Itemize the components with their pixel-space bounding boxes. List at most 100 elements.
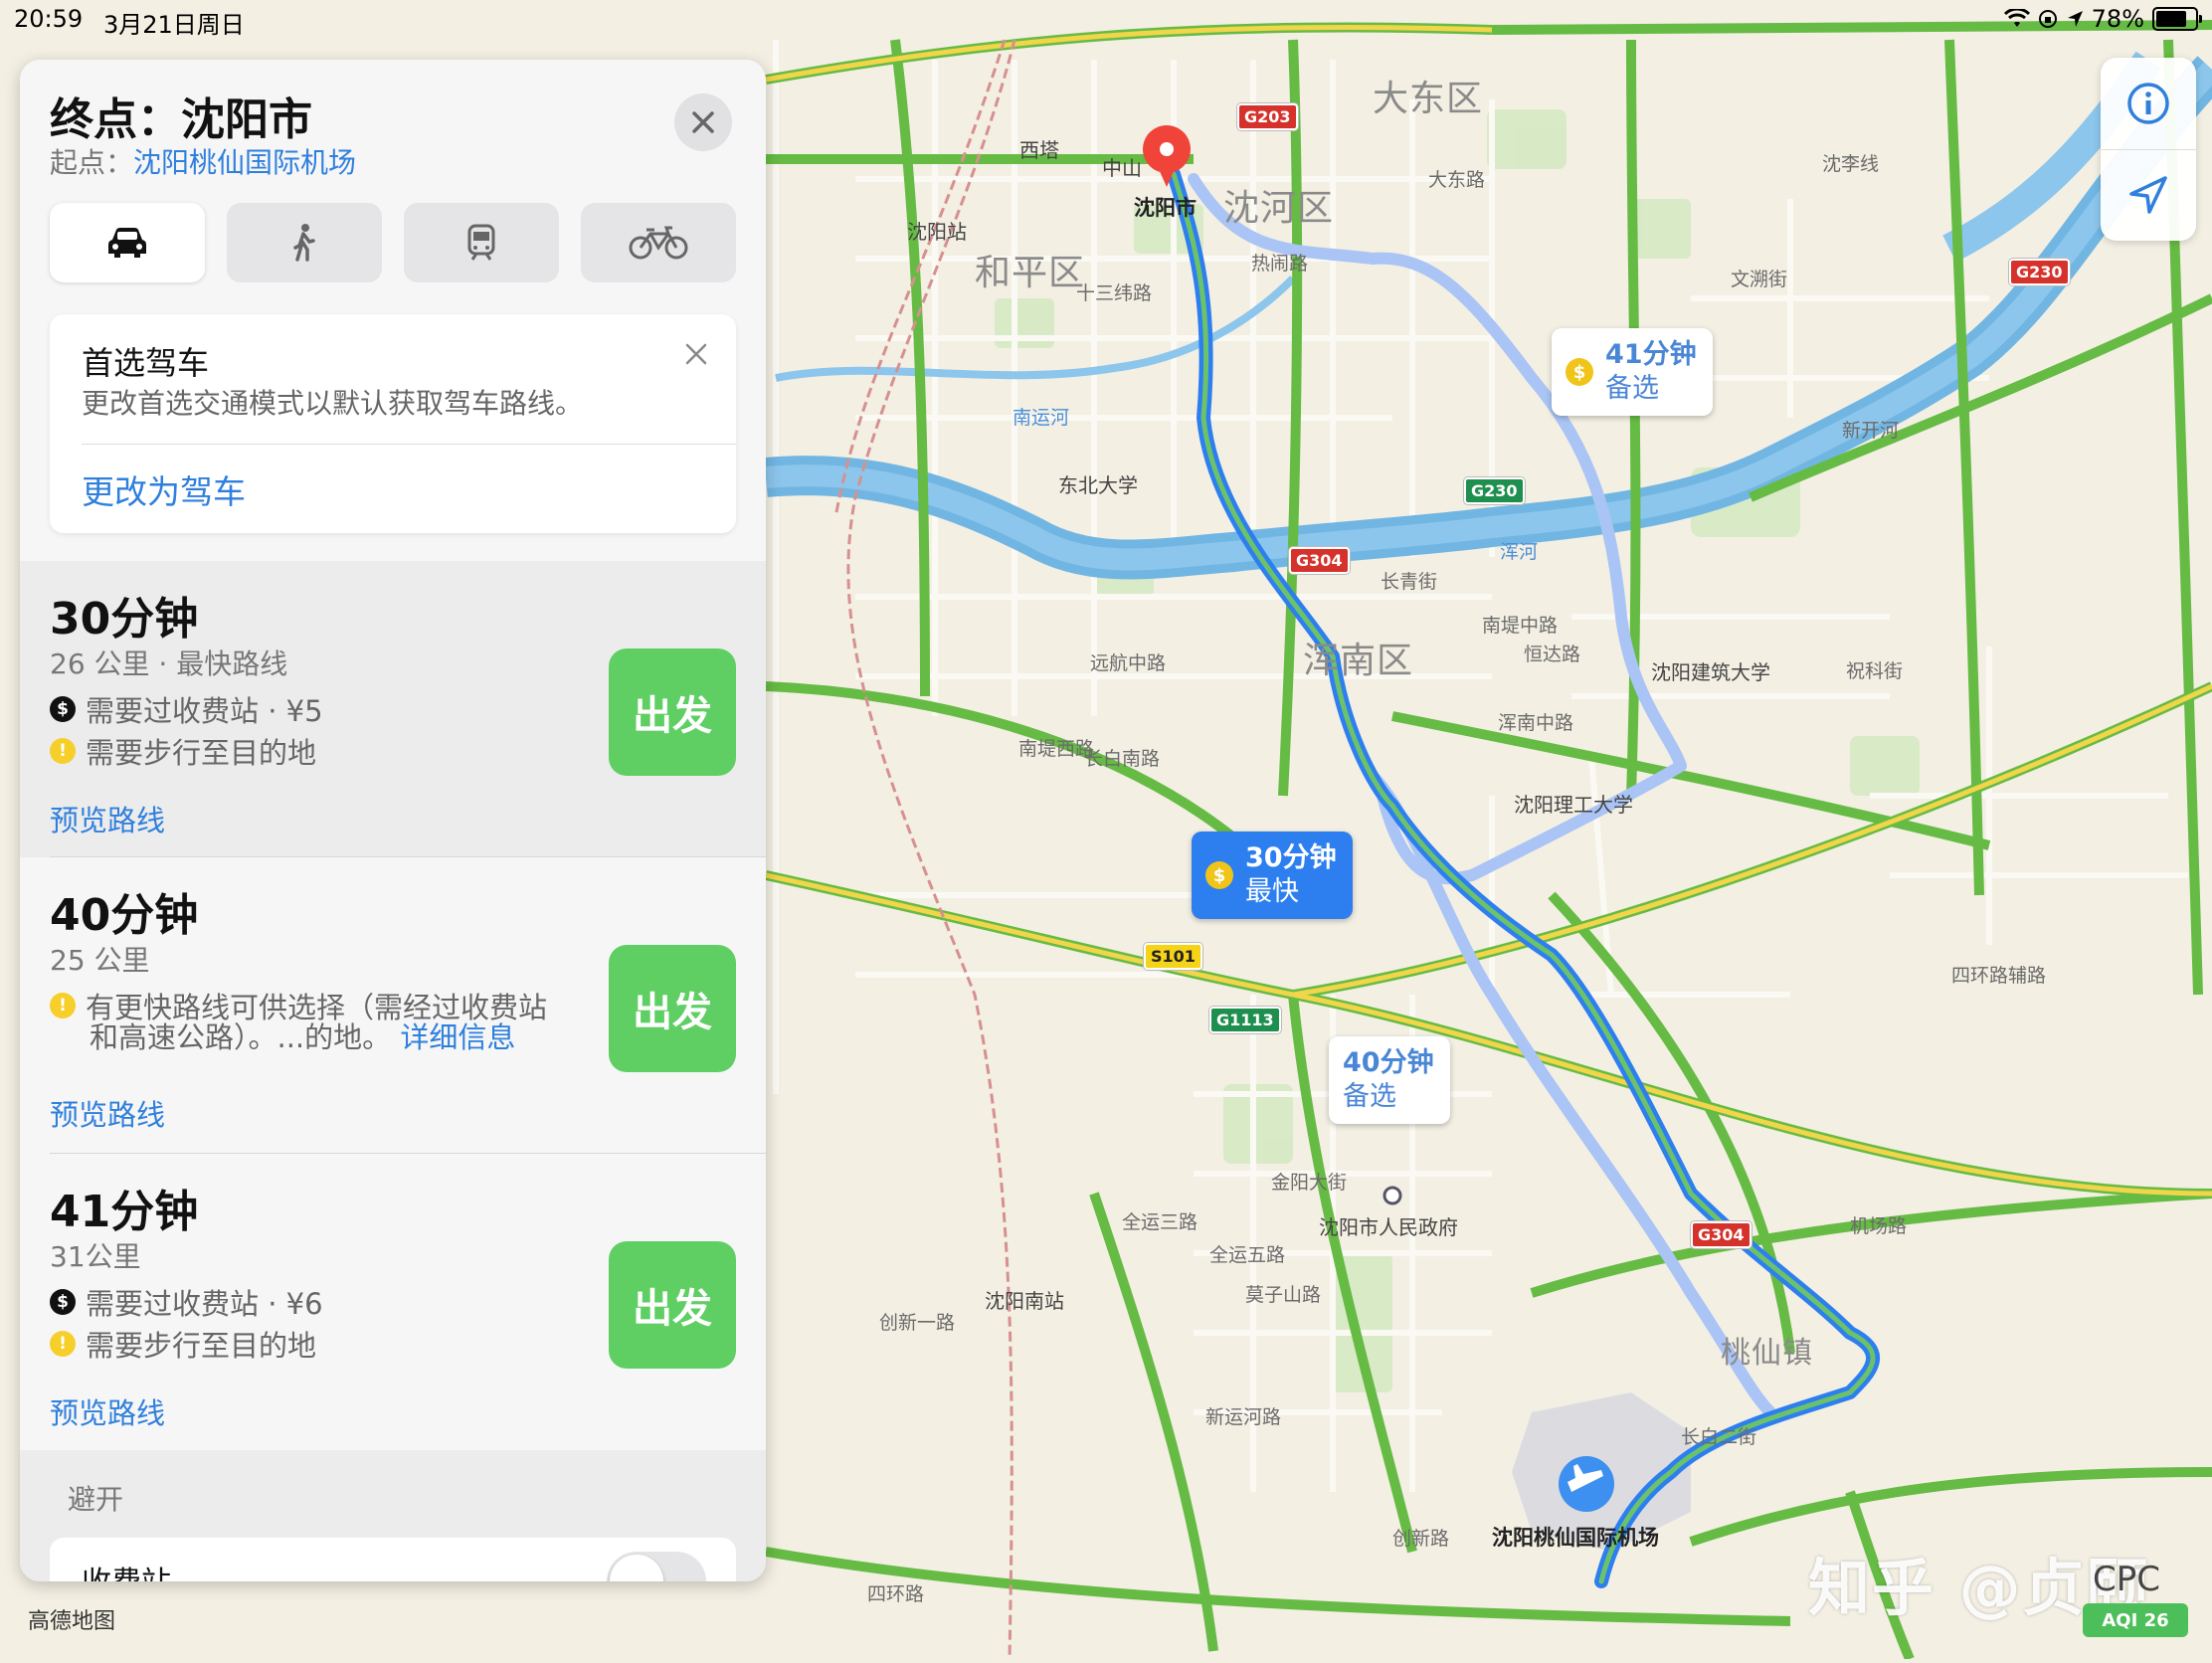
route-note-text: 需要过收费站 · ¥6 xyxy=(86,1287,323,1321)
street-label: 长青街 xyxy=(1381,571,1438,593)
mode-bike-button[interactable] xyxy=(581,203,736,282)
street-label: 全运五路 xyxy=(1209,1244,1286,1266)
route-callout-41[interactable]: $ 41分钟 备选 xyxy=(1552,328,1713,416)
street-label: 文溯街 xyxy=(1731,269,1788,290)
poi-label: 沈阳市人民政府 xyxy=(1319,1215,1458,1239)
toll-coin-icon: $ xyxy=(1566,358,1593,386)
highway-shield: G230 xyxy=(1464,477,1525,504)
route-summary: 25 公里 xyxy=(50,944,150,977)
map-brand: 高德地图 xyxy=(28,1609,116,1634)
route-callout-40[interactable]: 40分钟 备选 xyxy=(1329,1036,1450,1124)
go-button[interactable]: 出发 xyxy=(609,648,736,776)
toll-icon: $ xyxy=(50,696,76,722)
go-button[interactable]: 出发 xyxy=(609,1241,736,1369)
mode-transit-button[interactable] xyxy=(404,203,559,282)
street-label: 热闹路 xyxy=(1251,253,1309,275)
route-duration: 40分钟 xyxy=(50,890,199,941)
wifi-icon xyxy=(2003,9,2030,27)
preview-route-link[interactable]: 预览路线 xyxy=(50,1390,165,1432)
street-label: 长白南路 xyxy=(1084,748,1161,770)
route-note-cont: 和高速公路）。...的地。 详细信息 xyxy=(50,1016,607,1058)
highway-shield: G203 xyxy=(1237,103,1298,130)
route-note: ! 需要步行至目的地 xyxy=(50,1323,316,1365)
poi-label: 沈阳理工大学 xyxy=(1514,793,1633,817)
preference-subtitle: 更改首选交通模式以默认获取驾车路线。 xyxy=(82,387,584,420)
mode-walk-button[interactable] xyxy=(227,203,382,282)
highway-shield: S101 xyxy=(1144,943,1202,970)
callout-type: 最快 xyxy=(1245,876,1299,907)
poi-label: 东北大学 xyxy=(1058,473,1138,497)
route-note-text: 需要步行至目的地 xyxy=(86,1329,317,1363)
street-label: 南堤中路 xyxy=(1482,615,1559,637)
street-label: 创新一路 xyxy=(879,1312,956,1334)
street-label: 机场路 xyxy=(1850,1215,1908,1237)
avoid-tolls-row: 收费站 xyxy=(50,1538,736,1581)
origin-label: 起点： xyxy=(50,146,134,179)
district-label: 桃仙镇 xyxy=(1721,1336,1813,1371)
change-to-driving-link[interactable]: 更改为驾车 xyxy=(82,465,246,513)
river-label: 南运河 xyxy=(1013,407,1070,429)
route-note: $ 需要过收费站 · ¥6 xyxy=(50,1281,323,1323)
toll-coin-icon: $ xyxy=(1205,861,1233,889)
route-summary: 31公里 xyxy=(50,1240,141,1273)
battery-percent: 78% xyxy=(2091,5,2144,33)
avoid-tolls-toggle[interactable] xyxy=(607,1552,706,1581)
airport-marker-icon[interactable] xyxy=(1559,1456,1614,1512)
destination-title: 终点：沈阳市 xyxy=(50,94,312,145)
origin-line: 起点：沈阳桃仙国际机场 xyxy=(50,141,356,181)
callout-duration: 40分钟 xyxy=(1343,1047,1434,1078)
river-label: 浑河 xyxy=(1500,541,1539,563)
poi-label: 沈阳南站 xyxy=(985,1289,1064,1313)
street-label: 远航中路 xyxy=(1090,652,1167,674)
preference-title: 首选驾车 xyxy=(82,344,210,382)
warning-icon: ! xyxy=(50,993,76,1018)
street-label: 新开河 xyxy=(1842,420,1900,442)
aqi-badge[interactable]: AQI 26 xyxy=(2083,1603,2188,1637)
highway-shield: G304 xyxy=(1691,1221,1751,1248)
preview-route-link[interactable]: 预览路线 xyxy=(50,1092,165,1134)
route-summary: 26 公里 · 最快路线 xyxy=(50,647,288,680)
street-label: 金阳大街 xyxy=(1271,1172,1348,1194)
street-label: 恒达路 xyxy=(1524,644,1581,665)
route-note: ! 需要步行至目的地 xyxy=(50,730,316,772)
street-label: 新运河路 xyxy=(1205,1406,1282,1428)
avoid-header: 避开 xyxy=(68,1483,124,1516)
mode-car-button[interactable] xyxy=(50,203,205,282)
route-note-text: 和高速公路）。...的地。 xyxy=(90,1020,392,1054)
route-option[interactable]: 41分钟 31公里 $ 需要过收费站 · ¥6 ! 需要步行至目的地 预览路线 … xyxy=(20,1154,766,1450)
info-button[interactable] xyxy=(2101,58,2196,149)
poi-label: 沈阳站 xyxy=(907,220,967,244)
street-label: 十三纬路 xyxy=(1076,282,1153,304)
status-bar: 20:59 3月21日周日 78% xyxy=(0,0,2212,40)
route-option[interactable]: 30分钟 26 公里 · 最快路线 $ 需要过收费站 · ¥5 ! 需要步行至目… xyxy=(20,561,766,857)
status-date: 3月21日周日 xyxy=(103,11,245,39)
directions-panel: 终点：沈阳市 起点：沈阳桃仙国际机场 首选驾车 更改首选交通模式以默认获取驾车路… xyxy=(20,60,766,1581)
preference-card: 首选驾车 更改首选交通模式以默认获取驾车路线。 更改为驾车 xyxy=(50,314,736,533)
walk-icon xyxy=(293,224,315,262)
street-label: 浑南中路 xyxy=(1498,712,1574,734)
aqi-label: CPC xyxy=(2093,1560,2160,1599)
callout-duration: 41分钟 xyxy=(1605,339,1697,370)
dismiss-icon[interactable] xyxy=(684,342,708,366)
close-button[interactable] xyxy=(674,93,732,151)
transport-modes xyxy=(50,203,736,282)
avoid-section: 避开 收费站 xyxy=(20,1450,766,1581)
origin-link[interactable]: 沈阳桃仙国际机场 xyxy=(133,146,356,179)
highway-shield: G304 xyxy=(1289,547,1350,574)
locate-icon xyxy=(2129,176,2167,214)
close-icon xyxy=(692,111,714,133)
preview-route-link[interactable]: 预览路线 xyxy=(50,798,165,839)
route-option[interactable]: 40分钟 25 公里 ! 有更快路线可供选择（需经过收费站 和高速公路）。...… xyxy=(20,857,766,1154)
transit-icon xyxy=(467,224,495,261)
highway-shield: G1113 xyxy=(1209,1007,1281,1033)
locate-button[interactable] xyxy=(2101,149,2196,241)
go-button[interactable]: 出发 xyxy=(609,945,736,1072)
street-label: 四环路辅路 xyxy=(1951,965,2047,987)
street-label: 大东路 xyxy=(1428,169,1486,191)
route-callout-30[interactable]: $ 30分钟 最快 xyxy=(1192,832,1353,919)
street-label: 南堤西路 xyxy=(1018,738,1095,760)
district-label: 大东区 xyxy=(1373,79,1484,119)
poi-label: 中山 xyxy=(1102,156,1142,180)
details-link[interactable]: 详细信息 xyxy=(400,1020,515,1054)
street-label: 创新路 xyxy=(1392,1528,1450,1550)
